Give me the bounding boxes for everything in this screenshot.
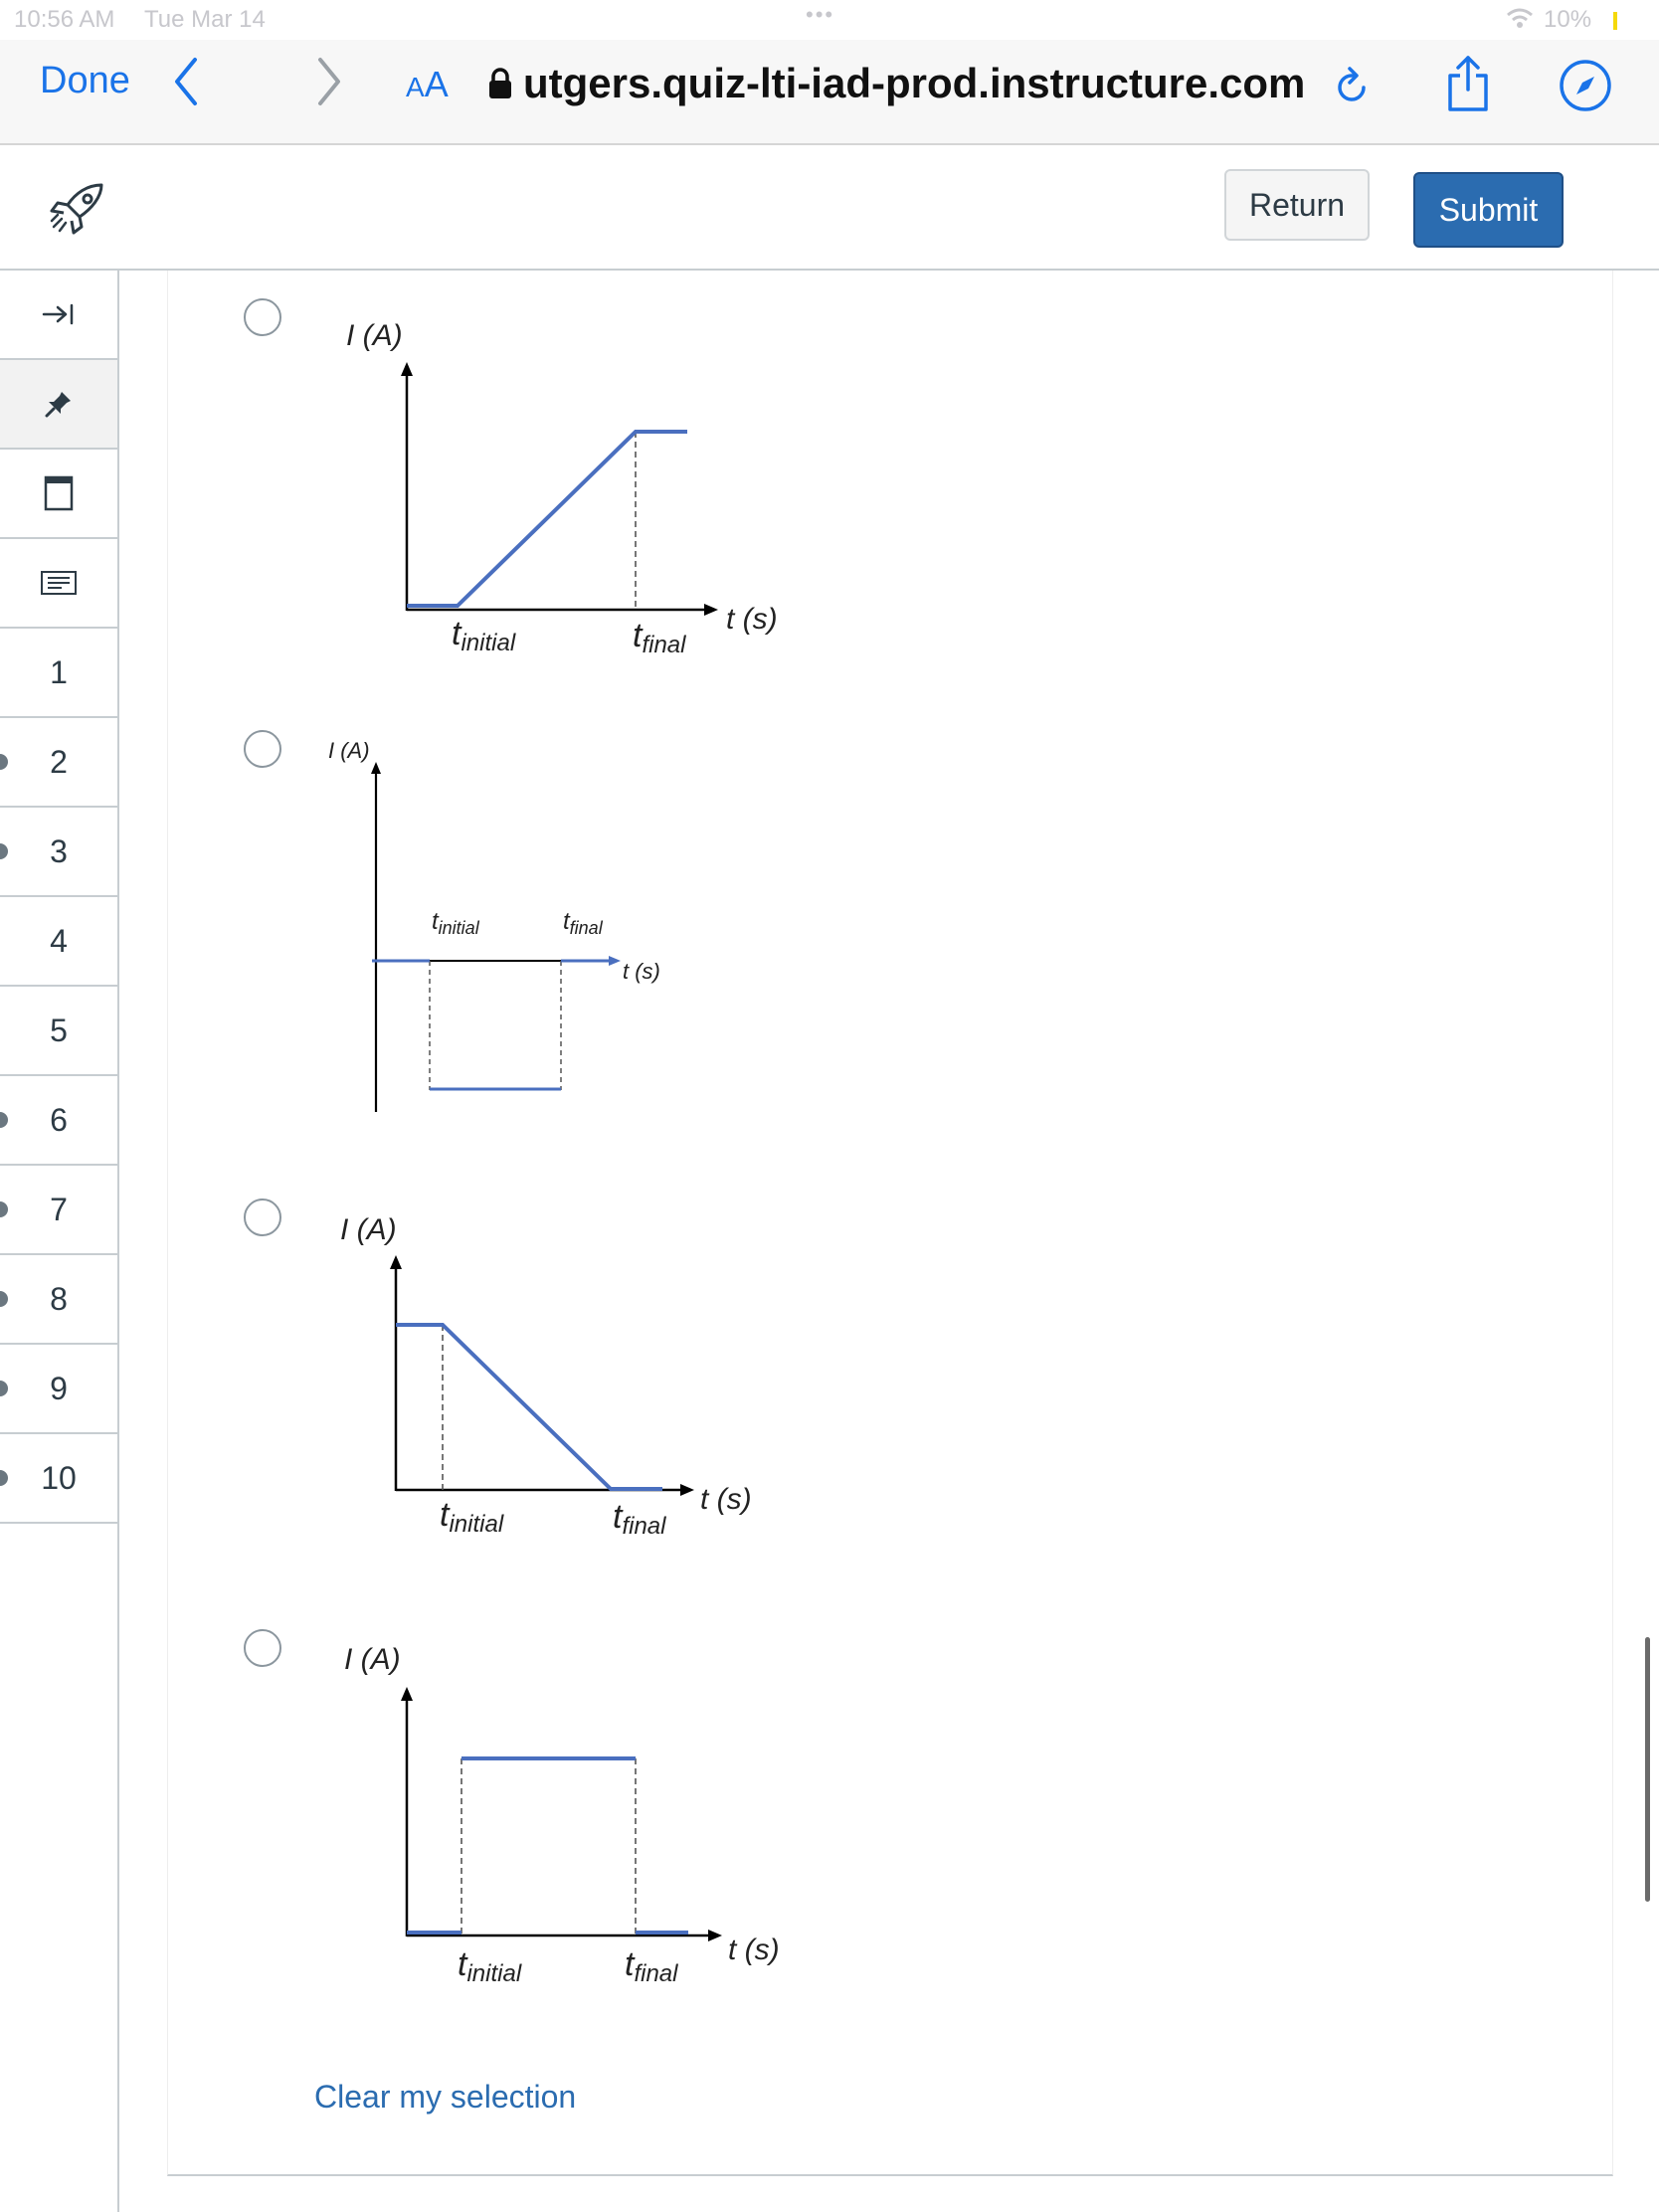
status-bar: 10:56 AM Tue Mar 14 ••• 10%: [0, 0, 1659, 40]
question-nav-5[interactable]: 5: [0, 987, 117, 1076]
x-axis-label: t (s): [623, 959, 660, 984]
answer-graph-2: I (A) t (s) tinitial tfinal: [328, 738, 660, 1112]
question-number: 7: [50, 1191, 68, 1227]
question-number: 9: [50, 1370, 68, 1406]
t-final-label: tfinal: [625, 1945, 678, 1987]
question-nav-2[interactable]: 2: [0, 718, 117, 808]
y-axis-label: I (A): [344, 1643, 401, 1676]
quiz-header: Return Submit: [0, 145, 1659, 271]
answered-dot-icon: [0, 843, 8, 859]
pin-button[interactable]: [0, 360, 117, 450]
x-axis-label: t (s): [728, 1934, 780, 1966]
return-button[interactable]: Return: [1224, 169, 1370, 241]
answer-radio-1[interactable]: [244, 298, 281, 336]
list-view-icon: [41, 571, 77, 595]
current-curve: [407, 430, 687, 608]
text-size-small: A: [406, 72, 425, 102]
answered-dot-icon: [0, 754, 8, 770]
status-date: Tue Mar 14: [144, 6, 266, 33]
answer-graph-1: I (A) t (s) tinitial tfinal: [346, 319, 778, 658]
question-nav-8[interactable]: 8: [0, 1255, 117, 1345]
lock-icon: [487, 68, 513, 104]
y-axis-label: I (A): [340, 1213, 397, 1246]
clear-selection-link[interactable]: Clear my selection: [314, 2079, 576, 2116]
question-nav-6[interactable]: 6: [0, 1076, 117, 1166]
y-axis-arrow: [390, 1255, 402, 1269]
question-nav-10[interactable]: 10: [0, 1434, 117, 1524]
text-size-large: A: [424, 64, 449, 104]
answer-graph-4: I (A) t (s) tinitial tfinal: [344, 1643, 780, 1987]
answer-graph-3: I (A) t (s) tinitial tfinal: [340, 1213, 752, 1540]
rocket-icon: [48, 181, 109, 242]
t-final-label: tfinal: [613, 1498, 666, 1540]
question-nav-sidebar: 1 2 3 4 5 6 7 8 9 10: [0, 271, 119, 2212]
question-number: 5: [50, 1012, 68, 1048]
question-number: 3: [50, 832, 68, 869]
t-initial-label: tinitial: [440, 1496, 504, 1538]
battery-icon: [1613, 12, 1617, 30]
question-number: 6: [50, 1101, 68, 1138]
x-axis-label: t (s): [726, 603, 778, 636]
forward-chevron-icon[interactable]: [314, 52, 344, 116]
current-curve: [396, 1323, 662, 1491]
question-number: 10: [41, 1459, 77, 1496]
y-axis-arrow: [371, 762, 381, 774]
y-axis-arrow: [401, 362, 413, 376]
answered-dot-icon: [0, 1112, 8, 1128]
answered-dot-icon: [0, 1470, 8, 1486]
question-number: 2: [50, 743, 68, 780]
t-initial-label: tinitial: [452, 615, 516, 656]
answered-dot-icon: [0, 1381, 8, 1396]
all-questions-view-button[interactable]: [0, 539, 117, 629]
battery-percent: 10%: [1544, 6, 1592, 33]
question-nav-3[interactable]: 3: [0, 808, 117, 897]
arrow-to-line-icon: [42, 303, 74, 325]
done-button[interactable]: Done: [40, 60, 130, 102]
x-axis-arrow: [680, 1484, 694, 1496]
y-axis-label: I (A): [328, 738, 370, 763]
pin-icon: [45, 392, 71, 418]
answered-dot-icon: [0, 1291, 8, 1307]
submit-button[interactable]: Submit: [1413, 172, 1564, 248]
wifi-icon: [1504, 6, 1536, 37]
compass-icon[interactable]: [1558, 58, 1613, 118]
answer-radio-4[interactable]: [244, 1629, 281, 1667]
browser-toolbar: Done AA utgers.quiz-lti-iad-prod.instruc…: [0, 40, 1659, 145]
back-chevron-icon[interactable]: [171, 52, 201, 116]
question-number: 1: [50, 653, 68, 690]
question-number: 8: [50, 1280, 68, 1317]
question-nav-1[interactable]: 1: [0, 629, 117, 718]
answered-dot-icon: [0, 1201, 8, 1217]
x-axis-arrow: [704, 604, 718, 616]
status-time: 10:56 AM: [14, 6, 115, 33]
y-axis-arrow: [401, 1687, 413, 1701]
reload-icon[interactable]: [1333, 64, 1373, 112]
t-final-label: tfinal: [563, 908, 604, 938]
question-nav-7[interactable]: 7: [0, 1166, 117, 1255]
t-initial-label: tinitial: [458, 1945, 522, 1987]
x-axis-arrow: [708, 1930, 722, 1941]
x-axis-arrow: [609, 956, 621, 966]
y-axis-label: I (A): [346, 319, 403, 352]
share-icon[interactable]: [1444, 54, 1492, 118]
question-number: 4: [50, 922, 68, 959]
answer-radio-3[interactable]: [244, 1198, 281, 1236]
t-final-label: tfinal: [633, 617, 686, 658]
multitasking-dots-icon[interactable]: •••: [806, 2, 834, 28]
x-axis-label: t (s): [700, 1483, 752, 1516]
t-initial-label: tinitial: [432, 908, 480, 938]
text-size-button[interactable]: AA: [406, 64, 449, 105]
scrollbar-thumb[interactable]: [1645, 1637, 1650, 1902]
single-page-icon: [44, 475, 74, 511]
question-nav-4[interactable]: 4: [0, 897, 117, 987]
single-question-view-button[interactable]: [0, 450, 117, 539]
answer-radio-2[interactable]: [244, 730, 281, 768]
question-nav-9[interactable]: 9: [0, 1345, 117, 1434]
collapse-sidebar-button[interactable]: [0, 271, 117, 360]
url-field[interactable]: utgers.quiz-lti-iad-prod.instructure.com: [523, 60, 1305, 107]
